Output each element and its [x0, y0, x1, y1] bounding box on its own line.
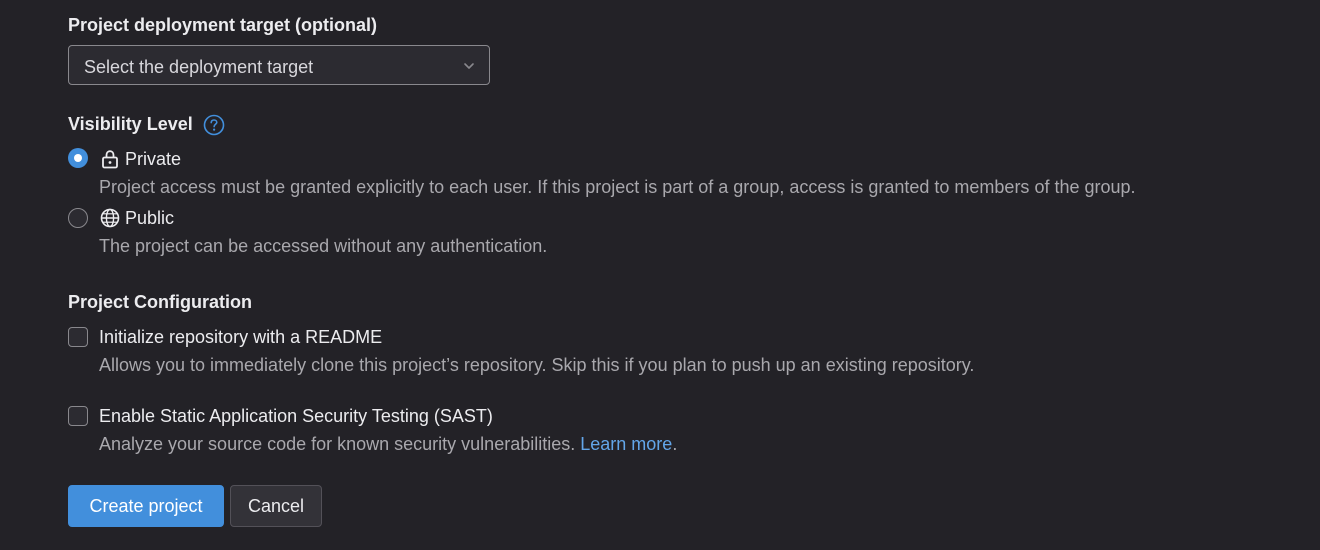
readme-checkbox-label[interactable]: Initialize repository with a README — [99, 327, 382, 348]
visibility-level-label: Visibility Level — [68, 114, 193, 134]
sast-help-text: Analyze your source code for known secur… — [99, 434, 677, 455]
visibility-private-description: Project access must be granted explicitl… — [99, 177, 1136, 197]
project-configuration-label: Project Configuration — [68, 292, 252, 312]
visibility-public-title: Public — [125, 208, 175, 228]
readme-checkbox[interactable] — [68, 327, 88, 347]
sast-help-text-body: Analyze your source code for known secur… — [99, 434, 576, 454]
visibility-private-title: Private — [125, 149, 182, 169]
sast-help-text-suffix: . — [672, 434, 678, 454]
visibility-public-radio[interactable] — [68, 208, 88, 228]
globe-icon — [100, 208, 120, 228]
question-icon[interactable] — [203, 114, 225, 136]
learn-more-link[interactable]: Learn more — [580, 434, 672, 454]
deployment-target-select-value: Select the deployment target — [84, 57, 314, 77]
sast-checkbox[interactable] — [68, 406, 88, 426]
visibility-private-radio[interactable] — [68, 148, 88, 168]
new-project-form: Project deployment target (optional) Sel… — [0, 0, 1320, 550]
lock-icon — [102, 150, 118, 169]
create-project-button[interactable]: Create project — [68, 485, 224, 527]
chevron-down-icon — [464, 63, 474, 69]
sast-checkbox-label[interactable]: Enable Static Application Security Testi… — [99, 406, 493, 427]
visibility-public-description: The project can be accessed without any … — [99, 236, 548, 256]
deployment-target-label: Project deployment target (optional) — [68, 15, 378, 35]
deployment-target-select[interactable]: Select the deployment target — [68, 45, 490, 85]
readme-help-text: Allows you to immediately clone this pro… — [99, 355, 975, 375]
cancel-button[interactable]: Cancel — [230, 485, 322, 527]
